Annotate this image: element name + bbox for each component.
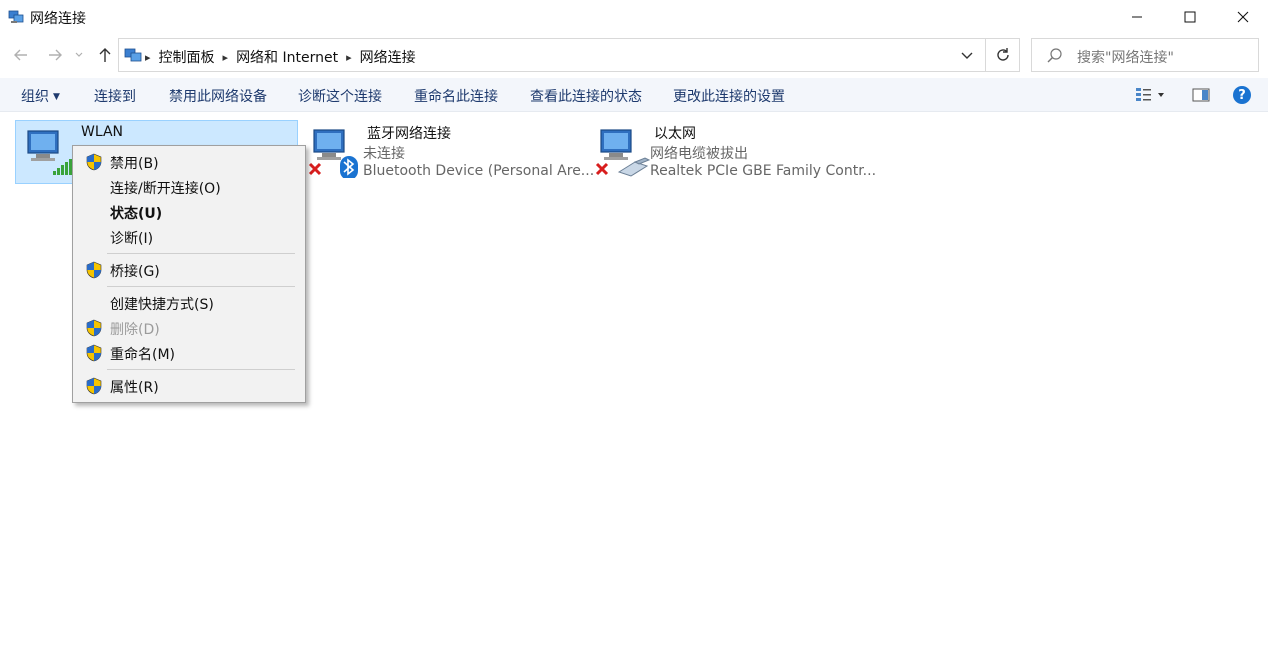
menu-item-rename[interactable]: 重命名(M) [75,341,303,365]
chevron-down-icon [961,52,973,59]
disable-device-button[interactable]: 禁用此网络设备 [169,86,267,106]
navigation-bar: ▸ 控制面板 ▸ 网络和 Internet ▸ 网络连接 搜索"网络连接" [0,34,1268,76]
uac-shield-icon [86,377,102,395]
menu-item-label: 诊断(I) [110,231,154,247]
connection-item-bluetooth[interactable]: 蓝牙网络连接 未连接 Bluetooth Device (Personal Ar… [302,120,594,184]
chevron-right-icon[interactable]: ▸ [223,51,229,64]
preview-pane-icon [1192,88,1210,102]
ethernet-network-icon [595,129,651,177]
title-bar: 网络连接 [0,0,1268,34]
menu-item-label: 状态(U) [110,206,163,222]
context-menu: 禁用(B) 连接/断开连接(O) 状态(U) 诊断(I) 桥接(G) 创建快捷方… [72,145,306,403]
change-view-button[interactable] [1135,85,1165,105]
command-bar: 组织 ▼ 连接到 禁用此网络设备 诊断这个连接 重命名此连接 查看此连接的状态 更… [0,78,1268,112]
search-input[interactable]: 搜索"网络连接" [1077,47,1174,67]
menu-item-connect-disconnect[interactable]: 连接/断开连接(O) [75,175,303,199]
connection-status: 网络电缆被拔出 [650,146,748,162]
change-settings-button[interactable]: 更改此连接的设置 [673,86,785,106]
menu-item-label: 禁用(B) [110,156,159,172]
breadcrumb-control-panel[interactable]: 控制面板 [159,47,215,67]
connect-to-button[interactable]: 连接到 [94,86,136,106]
maximize-button[interactable] [1163,0,1217,34]
organize-button[interactable]: 组织 ▼ [21,86,60,106]
menu-item-diagnose[interactable]: 诊断(I) [75,225,303,249]
refresh-icon [996,48,1009,61]
recent-locations-button[interactable] [72,44,86,66]
uac-shield-icon [86,153,102,171]
arrow-right-icon [49,49,62,61]
chevron-right-icon[interactable]: ▸ [145,51,151,64]
menu-item-properties[interactable]: 属性(R) [75,374,303,398]
menu-item-label: 属性(R) [110,380,159,396]
preview-pane-button[interactable] [1192,85,1210,105]
arrow-left-icon [14,49,27,61]
uac-shield-icon [86,344,102,362]
breadcrumb: ▸ 控制面板 ▸ 网络和 Internet ▸ 网络连接 [145,47,416,67]
minimize-button[interactable] [1110,0,1164,34]
menu-item-label: 重命名(M) [110,347,176,363]
address-bar[interactable]: ▸ 控制面板 ▸ 网络和 Internet ▸ 网络连接 [118,38,986,72]
menu-item-create-shortcut[interactable]: 创建快捷方式(S) [75,291,303,315]
connection-device: Realtek PCIe GBE Family Contr... [650,163,877,179]
menu-item-label: 连接/断开连接(O) [110,181,221,197]
search-icon [1047,48,1062,63]
caret-down-icon [1158,93,1164,97]
menu-item-disable[interactable]: 禁用(B) [75,150,303,174]
maximize-icon [1184,11,1196,23]
chevron-down-icon [75,52,83,57]
chevron-right-icon[interactable]: ▸ [346,51,352,64]
back-button[interactable] [10,44,32,66]
breadcrumb-network-internet[interactable]: 网络和 Internet [236,47,338,67]
network-connections-app-icon [8,10,24,23]
network-folder-icon [124,48,142,62]
menu-separator [107,286,295,287]
caret-down-icon: ▼ [53,92,60,102]
diagnose-button[interactable]: 诊断这个连接 [298,86,382,106]
menu-item-delete: 删除(D) [75,316,303,340]
rename-button[interactable]: 重命名此连接 [414,86,498,106]
view-options-icon [1136,88,1151,101]
view-status-button[interactable]: 查看此连接的状态 [530,86,642,106]
menu-item-status[interactable]: 状态(U) [75,200,303,224]
uac-shield-icon [86,319,102,337]
menu-item-label: 删除(D) [110,322,160,338]
connection-name: 蓝牙网络连接 [367,126,451,142]
organize-label: 组织 [21,89,49,105]
close-button[interactable] [1216,0,1268,34]
close-icon [1237,11,1249,23]
window-title: 网络连接 [30,11,86,27]
arrow-up-icon [99,48,111,62]
menu-item-bridge[interactable]: 桥接(G) [75,258,303,282]
address-dropdown-button[interactable] [959,48,975,64]
minimize-icon [1132,16,1142,18]
refresh-button[interactable] [986,38,1020,72]
menu-separator [107,369,295,370]
search-box[interactable]: 搜索"网络连接" [1031,38,1259,72]
connection-device: Bluetooth Device (Personal Are... [363,163,595,179]
bluetooth-network-icon [308,129,358,178]
connection-name: WLAN [81,124,124,140]
menu-item-label: 创建快捷方式(S) [110,297,214,313]
breadcrumb-network-connections[interactable]: 网络连接 [360,47,416,67]
menu-separator [107,253,295,254]
connection-item-ethernet[interactable]: 以太网 网络电缆被拔出 Realtek PCIe GBE Family Cont… [589,120,877,184]
uac-shield-icon [86,261,102,279]
connection-status: 未连接 [363,146,405,162]
up-button[interactable] [94,44,116,66]
forward-button[interactable] [44,44,66,66]
help-button[interactable]: ? [1233,86,1251,104]
connection-name: 以太网 [654,126,696,142]
menu-item-label: 桥接(G) [110,264,160,280]
